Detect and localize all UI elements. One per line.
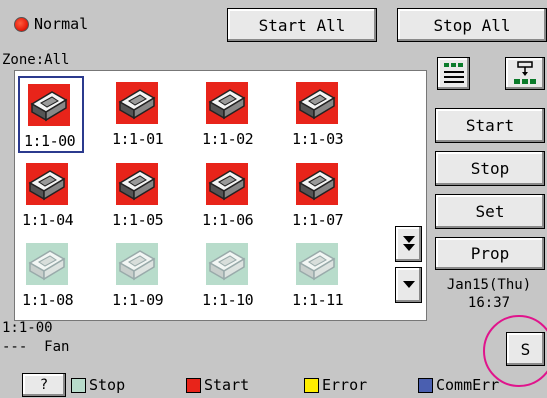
time-label: 16:37 xyxy=(467,295,511,311)
tree-view-icon xyxy=(514,60,536,84)
ceiling-cassette-unit-icon xyxy=(116,163,158,205)
mode-label: Normal xyxy=(34,15,89,33)
page-down-button[interactable] xyxy=(395,226,422,262)
unit-label: 1:1-00 xyxy=(24,132,76,150)
list-view-button[interactable] xyxy=(437,57,470,90)
start-all-button[interactable]: Start All xyxy=(227,8,377,42)
unit-tile[interactable]: 1:1-04 xyxy=(18,157,84,234)
scroll-down-button[interactable] xyxy=(395,267,422,303)
start-swatch xyxy=(186,377,201,393)
legend-commerr-label: CommErr xyxy=(436,376,500,394)
unit-tile[interactable]: 1:1-07 xyxy=(288,157,354,234)
stop-swatch xyxy=(71,377,86,393)
legend-error: Error xyxy=(304,374,367,396)
ceiling-cassette-unit-icon xyxy=(116,82,158,124)
date-label: Jan15(Thu) xyxy=(446,277,532,293)
start-button[interactable]: Start xyxy=(435,108,545,143)
unit-tile[interactable]: 1:1-03 xyxy=(288,76,354,153)
legend-error-label: Error xyxy=(322,376,368,394)
ceiling-cassette-unit-icon xyxy=(296,243,338,285)
list-view-icon xyxy=(443,62,464,83)
set-button[interactable]: Set xyxy=(435,194,545,229)
unit-tile[interactable]: 1:1-05 xyxy=(108,157,174,234)
unit-label: 1:1-04 xyxy=(22,211,74,229)
ceiling-cassette-unit-icon xyxy=(26,243,68,285)
ceiling-cassette-unit-icon xyxy=(206,82,248,124)
commerr-swatch xyxy=(418,377,433,393)
zone-label: Zone:All xyxy=(2,52,70,68)
unit-label: 1:1-03 xyxy=(292,130,344,148)
legend-stop-label: Stop xyxy=(89,376,126,394)
mode-status-icon xyxy=(14,16,29,32)
ceiling-cassette-unit-icon xyxy=(206,243,248,285)
ceiling-cassette-unit-icon xyxy=(296,82,338,124)
help-button[interactable]: ? xyxy=(22,373,66,397)
unit-tile[interactable]: 1:1-00 xyxy=(18,76,84,153)
unit-tile[interactable]: 1:1-10 xyxy=(198,237,264,314)
mode-indicator[interactable]: Normal xyxy=(14,10,88,38)
selected-unit-detail: --- Fan xyxy=(2,339,70,355)
unit-grid-panel: 1:1-00 1:1-01 1:1-02 1:1-03 1:1-04 1:1-05 1:1-… xyxy=(14,70,427,321)
ceiling-cassette-unit-icon xyxy=(206,163,248,205)
unit-label: 1:1-09 xyxy=(112,291,164,309)
tree-view-button[interactable] xyxy=(505,57,545,90)
unit-label: 1:1-07 xyxy=(292,211,344,229)
double-down-arrow-icon xyxy=(402,236,415,251)
ceiling-cassette-unit-icon xyxy=(116,243,158,285)
unit-label: 1:1-10 xyxy=(202,291,254,309)
legend-stop: Stop xyxy=(71,374,125,396)
stop-button[interactable]: Stop xyxy=(435,151,545,186)
unit-tile[interactable]: 1:1-01 xyxy=(108,76,174,153)
unit-tile[interactable]: 1:1-08 xyxy=(18,237,84,314)
unit-label: 1:1-08 xyxy=(22,291,74,309)
stop-all-button[interactable]: Stop All xyxy=(397,8,547,42)
ceiling-cassette-unit-icon xyxy=(26,163,68,205)
prop-button[interactable]: Prop xyxy=(435,237,545,270)
unit-tile[interactable]: 1:1-11 xyxy=(288,237,354,314)
legend-start-label: Start xyxy=(204,376,250,394)
unit-tile[interactable]: 1:1-09 xyxy=(108,237,174,314)
unit-label: 1:1-06 xyxy=(202,211,254,229)
unit-label: 1:1-11 xyxy=(292,291,344,309)
down-arrow-icon xyxy=(402,281,415,288)
error-swatch xyxy=(304,377,319,393)
unit-tile[interactable]: 1:1-06 xyxy=(198,157,264,234)
ceiling-cassette-unit-icon xyxy=(296,163,338,205)
unit-tile[interactable]: 1:1-02 xyxy=(198,76,264,153)
legend-commerr: CommErr xyxy=(418,374,499,396)
unit-label: 1:1-05 xyxy=(112,211,164,229)
unit-label: 1:1-02 xyxy=(202,130,254,148)
unit-label: 1:1-01 xyxy=(112,130,164,148)
selected-unit-label: 1:1-00 xyxy=(2,320,53,336)
ceiling-cassette-unit-icon xyxy=(28,84,70,126)
datetime-display: Jan15(Thu) 16:37 xyxy=(433,276,545,312)
legend-start: Start xyxy=(186,374,249,396)
